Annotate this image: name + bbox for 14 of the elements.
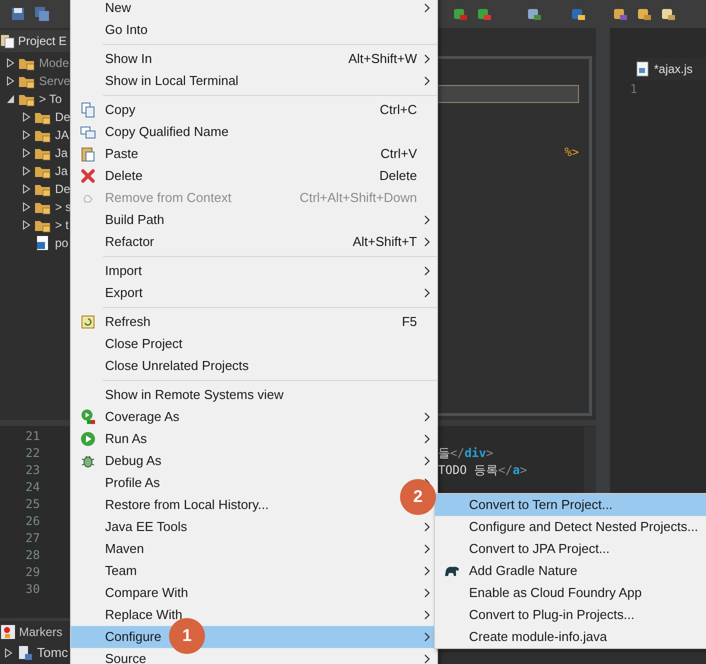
line-number: 1 [630, 81, 638, 98]
line-number: 23 [26, 462, 40, 478]
line-number: 21 [26, 428, 40, 444]
line-number: 27 [26, 530, 40, 546]
line-number: 28 [26, 546, 40, 564]
line-number: 24 [26, 478, 40, 496]
line-number: 22 [26, 444, 40, 462]
code-line: 들</div> [438, 444, 494, 462]
code-text: %> [564, 144, 579, 161]
line-number: 26 [26, 512, 40, 530]
line-number: 29 [26, 564, 40, 580]
line-number: 30 [26, 580, 40, 598]
line-number: 25 [26, 496, 40, 512]
code-line: TODO 등록</a> [438, 462, 528, 478]
